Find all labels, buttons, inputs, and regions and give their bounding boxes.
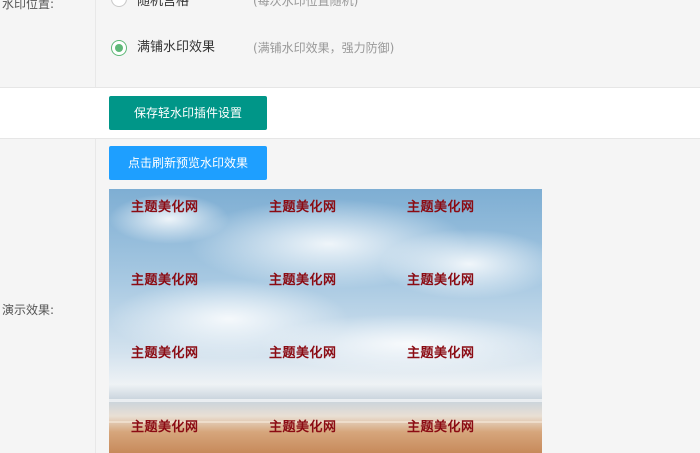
full-tile-option-label[interactable]: 满铺水印效果 [137,40,215,56]
watermark-text: 主题美化网 [407,200,475,215]
full-tile-option-desc: (满铺水印效果，强力防御) [253,41,395,55]
watermark-text: 主题美化网 [269,346,337,361]
watermark-preview-image: 主题美化网 主题美化网 主题美化网 主题美化网 主题美化网 主题美化网 主题美化… [109,189,542,453]
save-settings-button[interactable]: 保存轻水印插件设置 [109,96,267,130]
watermark-text: 主题美化网 [269,273,337,288]
watermark-text: 主题美化网 [131,420,199,435]
watermark-text: 主题美化网 [407,273,475,288]
label-divider [95,0,96,87]
watermark-text: 主题美化网 [269,420,337,435]
watermark-text: 主题美化网 [407,420,475,435]
refresh-preview-button[interactable]: 点击刷新预览水印效果 [109,146,267,180]
sky-beach-background [109,189,542,453]
watermark-position-label: 水印位置: [2,0,55,11]
label-divider [95,139,96,453]
radio-full-tile[interactable] [111,40,127,56]
watermark-text: 主题美化网 [131,346,199,361]
watermark-text: 主题美化网 [269,200,337,215]
watermark-text: 主题美化网 [407,346,475,361]
watermark-text: 主题美化网 [131,200,199,215]
random-grid-option-label[interactable]: 随机宫格 [137,0,189,10]
row-divider [0,87,700,88]
random-grid-option-desc: (每次水印位置随机) [253,0,359,8]
demo-effect-label: 演示效果: [2,303,55,317]
watermark-text: 主题美化网 [131,273,199,288]
